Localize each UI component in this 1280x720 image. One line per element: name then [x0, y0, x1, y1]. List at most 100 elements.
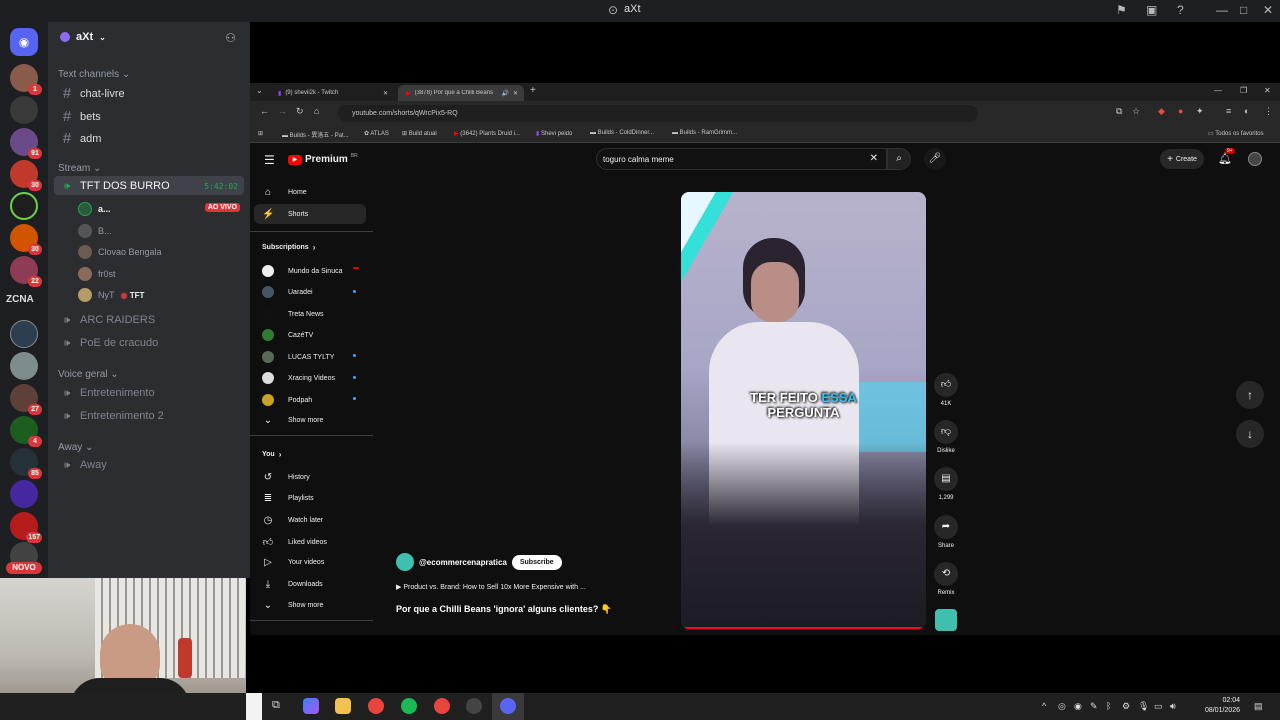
share-action[interactable]: ➦ Share — [930, 515, 962, 549]
nav-history[interactable]: ↺ History — [262, 472, 310, 483]
category-text-channels[interactable]: Text channels ⌄ — [58, 69, 130, 80]
next-short-arrow-down-icon[interactable]: ↓ — [1236, 420, 1264, 448]
bookmark-item[interactable]: ▬ Builds - RamGrimm... — [672, 130, 737, 136]
home-icon[interactable]: ⌂ — [314, 106, 319, 116]
server-icon[interactable]: 91 — [10, 128, 42, 159]
nvidia-icon[interactable]: ◉ — [1074, 701, 1082, 712]
media-icon[interactable]: ≡ — [1226, 106, 1231, 116]
voice-channel-entretenimento-2[interactable]: 🕪 Entretenimento 2 — [60, 410, 164, 422]
reload-icon[interactable]: ↻ — [296, 106, 304, 117]
bookmark-item[interactable]: ▶ (3642) Plants Druid i... — [454, 130, 520, 137]
restore-icon[interactable]: ❐ — [1240, 86, 1247, 95]
you-heading[interactable]: You › — [262, 450, 281, 459]
bookmark-item[interactable]: ✿ ATLAS — [364, 130, 389, 137]
voice-channel-entretenimento[interactable]: 🕪 Entretenimento — [60, 387, 155, 399]
settings-icon[interactable]: ⚙ — [1122, 701, 1130, 712]
network-icon[interactable]: ▭ — [1154, 701, 1163, 712]
account-avatar[interactable] — [1248, 152, 1262, 166]
previous-short-arrow-up-icon[interactable]: ↑ — [1236, 381, 1264, 409]
clock[interactable]: 02:04 08/01/2026 — [1196, 696, 1240, 716]
bookmark-item[interactable]: ▬ Builds - 異洛五 - Pat... — [282, 130, 349, 139]
nav-home[interactable]: ⌂ Home — [262, 187, 307, 198]
subscription-item[interactable]: Treta News — [262, 308, 324, 320]
server-icon[interactable]: 157 — [10, 512, 42, 543]
server-icon[interactable]: 30 — [10, 160, 42, 191]
copilot-icon[interactable] — [303, 698, 319, 714]
voice-search-icon[interactable]: 🎤︎ — [924, 148, 946, 170]
microphone-icon[interactable]: 🎙︎ — [1138, 701, 1149, 712]
voice-channel-arc-raiders[interactable]: 🕪 ARC RAIDERS — [60, 314, 155, 326]
voice-channel-poe[interactable]: 🕪 PoE de cracudo — [60, 337, 158, 349]
voice-channel-tft-dos-burro[interactable]: 🕪 TFT DOS BURRO — [60, 180, 170, 192]
chrome-profile-icon[interactable] — [434, 698, 450, 714]
bookmark-item[interactable]: ⊞ Build atual — [402, 130, 437, 137]
discord-home-icon[interactable]: ◉ — [10, 28, 38, 56]
subscription-item[interactable]: Xracing Videos — [262, 372, 335, 384]
spotify-icon[interactable] — [401, 698, 417, 714]
channel-adm[interactable]: # adm — [60, 130, 102, 147]
show-more-you[interactable]: ⌄ Show more — [262, 600, 324, 611]
add-member-icon[interactable]: ⚇ — [225, 31, 236, 45]
server-icon[interactable]: 4 — [10, 416, 42, 447]
server-header[interactable]: aXt ⌄ — [60, 31, 106, 43]
task-view-icon[interactable]: ⧉ — [272, 699, 280, 712]
show-more-subscriptions[interactable]: ⌄ Show more — [262, 415, 324, 426]
minimize-icon[interactable]: — — [1216, 3, 1228, 17]
channel-avatar[interactable] — [396, 553, 414, 571]
subscription-item[interactable]: Podpah — [262, 394, 312, 406]
discord-icon[interactable] — [500, 698, 516, 714]
voice-user[interactable]: B... — [78, 224, 112, 238]
pen-icon[interactable]: ✎ — [1090, 701, 1098, 712]
server-icon[interactable] — [10, 352, 38, 380]
voice-user[interactable]: NyT ◉ TFT — [78, 288, 144, 302]
maximize-icon[interactable]: □ — [1240, 3, 1247, 17]
bookmark-item[interactable]: ▮ Shevi peido — [536, 130, 572, 137]
subscribe-button[interactable]: Subscribe — [511, 554, 562, 570]
server-icon[interactable]: 1 — [10, 64, 42, 95]
channel-bets[interactable]: # bets — [60, 108, 101, 125]
hamburger-menu-icon[interactable]: ☰ — [264, 153, 275, 167]
nav-playlists[interactable]: ≣ Playlists — [262, 493, 314, 504]
apps-icon[interactable]: ⊞ — [258, 130, 263, 137]
nav-shorts[interactable]: ⚡ Shorts — [262, 209, 308, 220]
channel-name[interactable]: @ecommercenapratica — [419, 558, 507, 567]
category-voice-geral[interactable]: Voice geral ⌄ — [58, 369, 119, 380]
like-action[interactable]: 👍︎ 41K — [930, 373, 962, 407]
minimize-icon[interactable]: — — [1214, 86, 1222, 95]
menu-icon[interactable]: ⋮ — [1264, 106, 1273, 117]
tab-twitch[interactable]: ▮ (9) shevii2k - Twitch ✕ — [270, 85, 394, 101]
server-icon[interactable]: 30 — [10, 224, 42, 255]
forward-icon[interactable]: → — [278, 106, 287, 116]
voice-channel-away[interactable]: 🕪 Away — [60, 459, 107, 471]
dislike-action[interactable]: 👎︎ Dislike — [930, 420, 962, 454]
chevron-up-icon[interactable]: ^ — [1042, 701, 1046, 711]
extension-icon[interactable]: ◆ — [1158, 106, 1165, 117]
tab-youtube-active[interactable]: ▶ (3878) Por que a Chilli Beans 🔊 ✕ — [398, 85, 524, 101]
nav-your-videos[interactable]: ▷ Your videos — [262, 557, 324, 568]
server-icon[interactable] — [10, 192, 38, 220]
channel-chat-livre[interactable]: # chat-livre — [60, 85, 125, 102]
profile-icon[interactable]: ◐ — [1244, 106, 1249, 116]
extension-icon[interactable]: ● — [1178, 106, 1183, 116]
search-input[interactable]: toguro calma meme — [603, 155, 674, 164]
nav-downloads[interactable]: ⤓ Downloads — [262, 579, 323, 590]
extensions-puzzle-icon[interactable]: ✦ — [1196, 106, 1204, 117]
steam-icon[interactable]: ◎ — [1058, 701, 1066, 712]
help-icon[interactable]: ? — [1177, 3, 1184, 17]
remix-action[interactable]: ⟲ Remix — [930, 562, 962, 596]
flag-icon[interactable]: ⚑ — [1116, 3, 1127, 17]
server-icon[interactable]: 85 — [10, 448, 42, 479]
address-bar[interactable]: youtube.com/shorts/qWrcPix5-RQ — [338, 105, 978, 122]
comments-action[interactable]: ▤ 1,299 — [930, 467, 962, 501]
server-icon[interactable]: 22 — [10, 256, 42, 287]
search-button[interactable]: ⌕ — [887, 148, 911, 170]
linked-video[interactable]: ▶ Product vs. Brand: How to Sell 10x Mor… — [396, 583, 586, 591]
chrome-icon[interactable] — [368, 698, 384, 714]
subscription-item[interactable]: LUCAS TYLTY — [262, 351, 334, 363]
youtube-logo[interactable]: ▶ Premium BR — [288, 153, 358, 165]
server-icon[interactable]: 27 — [10, 384, 42, 415]
voice-user[interactable]: a... — [78, 202, 111, 216]
nav-liked-videos[interactable]: 👍︎ Liked videos — [262, 536, 327, 548]
obs-icon[interactable] — [466, 698, 482, 714]
clear-search-icon[interactable]: ✕ — [870, 153, 878, 164]
